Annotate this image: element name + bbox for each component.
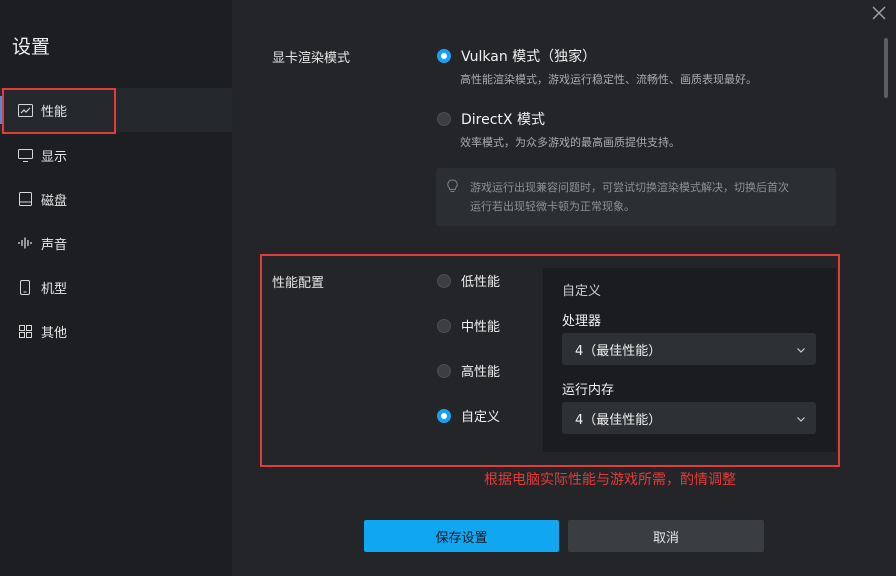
radio-label: DirectX 模式 [461,112,545,128]
radio-label: 高性能 [461,365,501,380]
sidebar-item-other[interactable]: 其他 [0,309,232,353]
scrollbar-thumb[interactable] [884,38,888,98]
ram-label: 运行内存 [562,383,615,398]
sidebar-item-display[interactable]: 显示 [0,133,232,177]
ram-select[interactable]: 4（最佳性能） [562,402,816,434]
close-icon [872,6,886,20]
sidebar-item-label: 显示 [41,149,68,165]
save-button[interactable]: 保存设置 [364,520,559,552]
radio-directx[interactable]: DirectX 模式 [437,109,545,129]
tip-line: 运行若出现轻微卡顿为正常现象。 [470,200,635,213]
cpu-label: 处理器 [562,314,602,329]
phone-icon [17,279,33,295]
radio-medium[interactable]: 中性能 [437,316,500,335]
radio-indicator [437,49,451,63]
tip-text: 游戏运行出现兼容问题时，可尝试切换渲染模式解决，切换后首次 运行若出现轻微卡顿为… [470,178,830,216]
sidebar-item-model[interactable]: 机型 [0,265,232,309]
radio-high[interactable]: 高性能 [437,361,500,380]
select-value: 4（最佳性能） [575,343,662,359]
radio-vulkan[interactable]: Vulkan 模式（独家） [437,46,596,66]
radio-indicator [437,112,451,126]
sidebar-item-disk[interactable]: 磁盘 [0,177,232,221]
render-mode-label: 显卡渲染模式 [272,51,351,66]
radio-desc: 效率模式，为众多游戏的最高画质提供支持。 [460,136,680,149]
performance-label: 性能配置 [272,276,325,291]
sidebar-item-label: 机型 [41,281,68,297]
radio-low[interactable]: 低性能 [437,271,500,290]
radio-indicator [437,408,451,423]
radio-label: Vulkan 模式（独家） [461,49,597,65]
sidebar-item-sound[interactable]: 声音 [0,221,232,265]
monitor-icon [17,147,33,163]
select-value: 4（最佳性能） [575,412,662,428]
sidebar-title: 设置 [12,36,51,58]
sound-wave-icon [17,235,33,251]
chevron-down-icon [796,413,806,423]
tip-line: 游戏运行出现兼容问题时，可尝试切换渲染模式解决，切换后首次 [470,181,789,194]
radio-desc: 高性能渲染模式，游戏运行稳定性、流畅性、画质表现最好。 [460,73,757,86]
radio-indicator [437,273,451,288]
radio-indicator [437,318,451,333]
custom-panel: 自定义 处理器 4（最佳性能） 运行内存 4（最佳性能） [543,268,836,452]
lightbulb-icon [446,179,460,193]
grid-icon [17,323,33,339]
highlight-box-nav [2,88,116,134]
tip-box: 游戏运行出现兼容问题时，可尝试切换渲染模式解决，切换后首次 运行若出现轻微卡顿为… [436,168,836,226]
annotation-note: 根据电脑实际性能与游戏所需，酌情调整 [484,472,736,488]
close-button[interactable] [872,6,888,22]
radio-label: 中性能 [461,320,501,335]
cpu-select[interactable]: 4（最佳性能） [562,333,816,365]
custom-panel-title: 自定义 [562,284,602,299]
sidebar: 设置 性能 显示 磁盘 声音 机型 其他 [0,0,232,576]
sidebar-item-label: 其他 [41,325,68,341]
sidebar-item-label: 磁盘 [41,193,68,209]
radio-custom[interactable]: 自定义 [437,406,500,425]
cancel-button[interactable]: 取消 [568,520,764,552]
sidebar-item-label: 声音 [41,237,68,253]
radio-label: 低性能 [461,275,501,290]
radio-label: 自定义 [461,410,501,425]
chevron-down-icon [796,344,806,354]
radio-indicator [437,363,451,378]
disk-icon [17,191,33,207]
